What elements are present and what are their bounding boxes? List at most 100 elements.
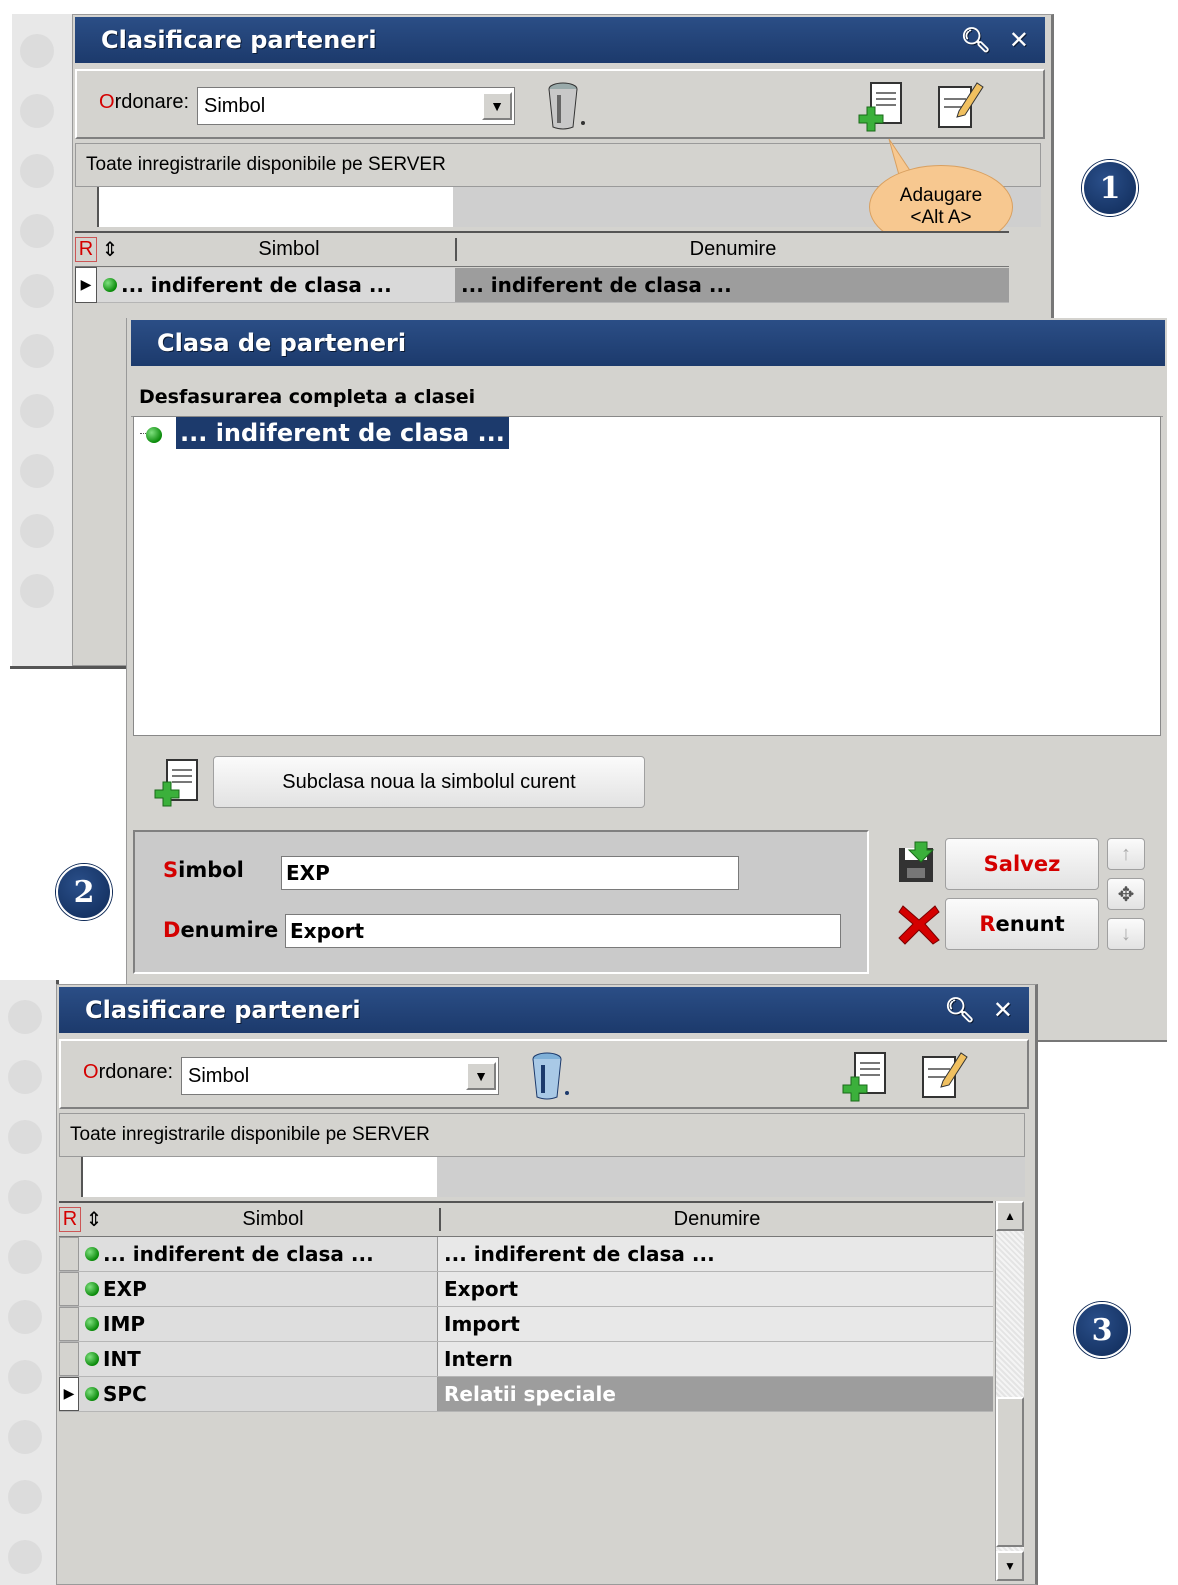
cancel-x-icon[interactable]	[897, 902, 941, 946]
row-symbol: IMP	[103, 1312, 146, 1336]
status-dot-icon	[85, 1282, 99, 1296]
close-icon[interactable]: ✕	[993, 996, 1013, 1024]
move-icon[interactable]: ✥	[1107, 878, 1145, 910]
row-symbol: ... indiferent de clasa ...	[103, 1242, 374, 1266]
scroll-down-icon[interactable]: ▼	[996, 1551, 1024, 1581]
panel1-toolbar: Ordonare: Simbol ▼	[75, 69, 1045, 139]
denumire-field[interactable]: Export	[285, 914, 841, 948]
sort-icon[interactable]: ⇕	[97, 237, 123, 262]
panel3-records-bar: Toate inregistrarile disponibile pe SERV…	[59, 1113, 1025, 1157]
panel3-toolbar: Ordonare: Simbol ▼	[59, 1039, 1029, 1109]
panel1-bottom-line	[10, 666, 128, 669]
class-form: Simbol EXP Denumire Export	[133, 830, 869, 974]
left-strip-1	[12, 14, 75, 666]
edit-document-icon[interactable]	[933, 77, 985, 133]
order-combo[interactable]: Simbol ▼	[181, 1057, 499, 1095]
row-symbol: SPC	[103, 1382, 147, 1406]
col-r[interactable]: R	[59, 1207, 81, 1232]
panel3-title-bar: Clasificare parteneri 🔍︎ ✕	[59, 987, 1029, 1033]
row-name: ... indiferent de clasa ...	[455, 267, 1009, 302]
sort-icon[interactable]: ⇕	[81, 1207, 107, 1232]
panel3-title: Clasificare parteneri	[85, 996, 361, 1024]
row-symbol: INT	[103, 1347, 141, 1371]
step-3-badge: 3	[1074, 1302, 1130, 1358]
simbol-field[interactable]: EXP	[281, 856, 739, 890]
records-text: Toate inregistrarile disponibile pe SERV…	[70, 1124, 430, 1145]
trash-can-icon[interactable]	[545, 79, 589, 131]
dialog-title: Clasa de parteneri	[157, 329, 407, 357]
denumire-label: Denumire	[163, 918, 279, 942]
tree-header: Desfasurarea completa a clasei	[131, 378, 1163, 417]
row-symbol: ... indiferent de clasa ...	[121, 272, 392, 297]
dialog-window: Clasa de parteneri Desfasurarea completa…	[126, 318, 1167, 1042]
panel3-filter-input[interactable]	[81, 1157, 439, 1197]
add-document-icon[interactable]	[151, 758, 203, 810]
row-selector-icon: ▶	[59, 1377, 79, 1411]
col-symbol[interactable]: Simbol	[123, 238, 457, 261]
panel1-title: Clasificare parteneri	[101, 26, 377, 54]
col-name[interactable]: Denumire	[441, 1208, 993, 1231]
save-icon[interactable]	[895, 840, 941, 886]
panel1-filter-input[interactable]	[97, 187, 455, 227]
order-label: Ordonare:	[83, 1061, 174, 1083]
row-name: Intern	[437, 1342, 993, 1376]
left-strip-3	[0, 980, 59, 1585]
save-button[interactable]: Salvez	[945, 838, 1099, 890]
tooltip-line2: <Alt A>	[910, 207, 972, 228]
close-icon[interactable]: ✕	[1009, 26, 1029, 54]
chevron-down-icon[interactable]: ▼	[482, 92, 512, 120]
subclass-button[interactable]: Subclasa noua la simbolul curent	[213, 756, 645, 808]
row-selector-icon: ▶	[75, 266, 97, 303]
panel3-grid-header: R ⇕ Simbol Denumire	[59, 1201, 993, 1237]
row-symbol: EXP	[103, 1277, 147, 1301]
simbol-label: Simbol	[163, 858, 244, 882]
add-document-icon[interactable]	[839, 1049, 891, 1105]
class-tree[interactable]: ... indiferent de clasa ...	[133, 416, 1161, 736]
vertical-scrollbar[interactable]: ▲ ▼	[995, 1201, 1024, 1581]
order-combo-value: Simbol	[204, 94, 266, 117]
dialog-title-bar: Clasa de parteneri	[131, 320, 1165, 366]
table-row[interactable]: ... indiferent de clasa ... ... indifere…	[59, 1237, 993, 1272]
table-row[interactable]: ▶ ... indiferent de clasa ... ... indife…	[75, 266, 1009, 303]
trash-can-icon[interactable]	[529, 1049, 573, 1101]
step-2-badge: 2	[56, 864, 112, 920]
arrow-up-icon[interactable]: ↑	[1107, 838, 1145, 870]
table-row[interactable]: EXP Export	[59, 1272, 993, 1307]
edit-document-icon[interactable]	[917, 1047, 969, 1103]
table-row-selected[interactable]: ▶ SPC Relatii speciale	[59, 1377, 993, 1412]
table-row[interactable]: INT Intern	[59, 1342, 993, 1377]
row-name: Import	[437, 1307, 993, 1341]
panel3-grid-body: ... indiferent de clasa ... ... indifere…	[59, 1237, 993, 1583]
row-name: Export	[437, 1272, 993, 1306]
order-combo[interactable]: Simbol ▼	[197, 87, 515, 125]
tree-item-selected[interactable]: ... indiferent de clasa ...	[176, 417, 509, 449]
col-name[interactable]: Denumire	[457, 238, 1009, 261]
status-dot-icon	[146, 427, 162, 443]
search-icon[interactable]: 🔍︎	[944, 996, 974, 1024]
row-name: Relatii speciale	[437, 1377, 993, 1411]
order-combo-value: Simbol	[188, 1064, 250, 1087]
cancel-button[interactable]: Renunt	[945, 898, 1099, 950]
order-label: Ordonare:	[99, 91, 190, 113]
tooltip-line1: Adaugare	[899, 185, 983, 206]
status-dot-icon	[85, 1317, 99, 1331]
scroll-thumb[interactable]	[996, 1397, 1024, 1547]
panel1-title-bar: Clasificare parteneri 🔍︎ ✕	[75, 17, 1045, 63]
panel3-window: Clasificare parteneri 🔍︎ ✕ Ordonare: Sim…	[56, 984, 1038, 1585]
records-text: Toate inregistrarile disponibile pe SERV…	[86, 154, 446, 175]
search-icon[interactable]: 🔍︎	[960, 26, 990, 54]
row-name: ... indiferent de clasa ...	[437, 1237, 993, 1271]
add-document-icon[interactable]	[855, 79, 907, 135]
status-dot-icon	[85, 1387, 99, 1401]
status-dot-icon	[85, 1247, 99, 1261]
col-r[interactable]: R	[75, 237, 97, 262]
chevron-down-icon[interactable]: ▼	[466, 1062, 496, 1090]
table-row[interactable]: IMP Import	[59, 1307, 993, 1342]
status-dot-icon	[103, 277, 117, 292]
arrow-down-icon[interactable]: ↓	[1107, 918, 1145, 950]
panel3-filter-area	[437, 1157, 1025, 1197]
scroll-up-icon[interactable]: ▲	[996, 1201, 1024, 1231]
step-1-badge: 1	[1082, 160, 1138, 216]
status-dot-icon	[85, 1352, 99, 1366]
col-symbol[interactable]: Simbol	[107, 1208, 441, 1231]
